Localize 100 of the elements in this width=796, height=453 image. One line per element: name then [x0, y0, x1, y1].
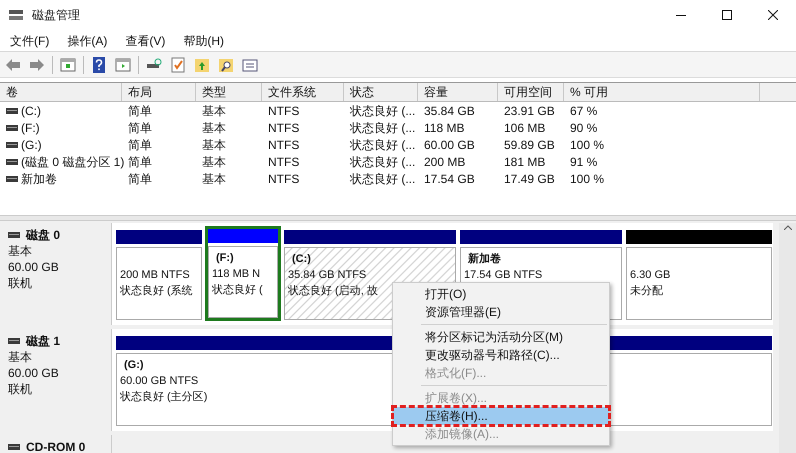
table-cell-text: 17.54 GB — [424, 170, 475, 188]
column-header[interactable]: 文件系统 — [262, 83, 344, 101]
panel-icon[interactable] — [59, 56, 77, 74]
panel-icon[interactable] — [114, 56, 132, 74]
table-cell-text: 简单 — [128, 120, 152, 136]
table-cell-text: 118 MB — [424, 120, 464, 136]
table-cell-text: (F:) — [21, 120, 40, 136]
drive-icon — [8, 232, 20, 238]
partition-size: 6.30 GB — [630, 268, 670, 283]
table-cell-text: 106 MB — [504, 120, 546, 136]
help-icon[interactable] — [90, 56, 108, 74]
table-cell-text: 35.84 GB — [424, 102, 475, 120]
column-header[interactable]: 类型 — [196, 83, 262, 101]
table-cell-text: 基本 — [202, 136, 226, 154]
table-cell-text: NTFS — [268, 154, 300, 170]
minimize-icon — [676, 14, 686, 16]
drive-icon — [6, 142, 18, 148]
table-cell-text: 状态良好 (... — [350, 102, 416, 120]
table-cell-text: 状态良好 (... — [350, 170, 416, 188]
menu-item[interactable]: 查看(V) — [125, 32, 166, 50]
close-icon — [768, 10, 778, 20]
table-cell-text: 59.89 GB — [504, 136, 555, 154]
table-cell-text: 17.49 GB — [504, 170, 555, 188]
menu-item[interactable]: 打开(O) — [393, 285, 609, 303]
menu-item[interactable]: 将分区标记为活动分区(M) — [393, 328, 609, 346]
table-cell-text: 23.91 GB — [504, 102, 555, 120]
disk-size: 60.00 GB — [8, 259, 60, 275]
table-cell-text: 200 MB — [424, 154, 466, 170]
drive-icon — [8, 444, 20, 450]
scrollbar[interactable] — [779, 223, 796, 453]
disk-app-icon — [8, 8, 24, 22]
table-cell-text: NTFS — [268, 136, 300, 154]
partition-label: 新加卷 — [467, 252, 501, 267]
table-cell-text: 简单 — [128, 170, 152, 188]
table-cell-text: 91 % — [570, 154, 598, 170]
column-header[interactable]: 状态 — [344, 83, 418, 101]
menu-item[interactable]: 更改驱动器号和路径(C)... — [393, 346, 609, 364]
partition-status: 状态良好 ( — [212, 282, 263, 298]
partition-label: (G:) — [123, 358, 144, 373]
partition-label: (C:) — [291, 252, 311, 267]
disk-type: 基本 — [8, 243, 33, 259]
partition-size: 118 MB N — [212, 267, 260, 282]
column-header[interactable]: 布局 — [122, 83, 196, 101]
table-cell-text: 状态良好 (... — [350, 154, 416, 170]
menu-item[interactable]: 操作(A) — [67, 32, 108, 50]
drive-icon — [6, 124, 18, 130]
table-cell-text: 基本 — [202, 170, 226, 188]
disk-size: 60.00 GB — [8, 365, 60, 381]
table-cell-text: 67 % — [570, 102, 598, 120]
partition-status: 状态良好 (启动, 故 — [288, 284, 378, 299]
column-header[interactable]: 可用空间 — [498, 83, 564, 101]
table-cell-text: 基本 — [202, 154, 226, 170]
table-cell-text: (C:) — [21, 102, 41, 120]
partition-status: 未分配 — [630, 284, 663, 299]
partition-label: (F:) — [215, 251, 234, 266]
scroll-up-icon[interactable] — [784, 225, 792, 230]
partition-size: 200 MB NTFS — [120, 268, 190, 283]
disk-name: 磁盘 1 — [26, 333, 60, 349]
checklist-icon[interactable] — [169, 56, 187, 74]
table-cell-text: 简单 — [128, 102, 152, 120]
menu-item[interactable]: 帮助(H) — [183, 32, 224, 50]
table-cell-text: 新加卷 — [21, 170, 57, 188]
table-cell-text: 基本 — [202, 102, 226, 120]
column-header[interactable]: % 可用 — [564, 83, 760, 101]
menu-item[interactable]: 资源管理器(E) — [393, 303, 609, 321]
table-cell-text: 状态良好 (... — [350, 120, 416, 136]
table-cell-text: NTFS — [268, 102, 300, 120]
drive-icon — [8, 338, 20, 344]
table-cell-text: 简单 — [128, 136, 152, 154]
maximize-icon — [722, 10, 732, 20]
table-cell-text: 60.00 GB — [424, 136, 475, 154]
disk-status: 联机 — [8, 275, 33, 291]
table-cell-text: 100 % — [570, 170, 604, 188]
disk-name: CD-ROM 0 — [26, 439, 86, 453]
table-cell-text: 基本 — [202, 120, 226, 136]
table-cell-text: 简单 — [128, 154, 152, 170]
menu-item[interactable]: 文件(F) — [10, 32, 50, 50]
table-cell-text: 181 MB — [504, 154, 546, 170]
table-cell-text: (G:) — [21, 136, 42, 154]
partition-size: 17.54 GB NTFS — [464, 268, 542, 283]
partition-status: 状态良好 (系统 — [120, 284, 193, 299]
table-cell-text: 90 % — [570, 120, 598, 136]
drive-icon — [6, 158, 18, 164]
partition-status: 状态良好 (主分区) — [120, 390, 208, 405]
disk-name: 磁盘 0 — [26, 227, 60, 243]
table-cell-text: NTFS — [268, 170, 300, 188]
drive-icon — [6, 108, 18, 114]
disk-status: 联机 — [8, 381, 33, 397]
window-title: 磁盘管理 — [32, 7, 80, 24]
table-cell-text: (磁盘 0 磁盘分区 1) — [21, 154, 124, 170]
table-cell-text: 100 % — [570, 136, 604, 154]
menu-item[interactable]: 压缩卷(H)... — [393, 407, 609, 425]
disk-type: 基本 — [8, 349, 33, 365]
column-header[interactable]: 卷 — [0, 83, 122, 101]
partition-size: 35.84 GB NTFS — [288, 268, 366, 283]
column-header[interactable]: 容量 — [418, 83, 498, 101]
table-cell-text: 状态良好 (... — [350, 136, 416, 154]
partition-size: 60.00 GB NTFS — [120, 374, 198, 389]
drive-icon — [6, 176, 18, 182]
table-cell-text: NTFS — [268, 120, 300, 136]
